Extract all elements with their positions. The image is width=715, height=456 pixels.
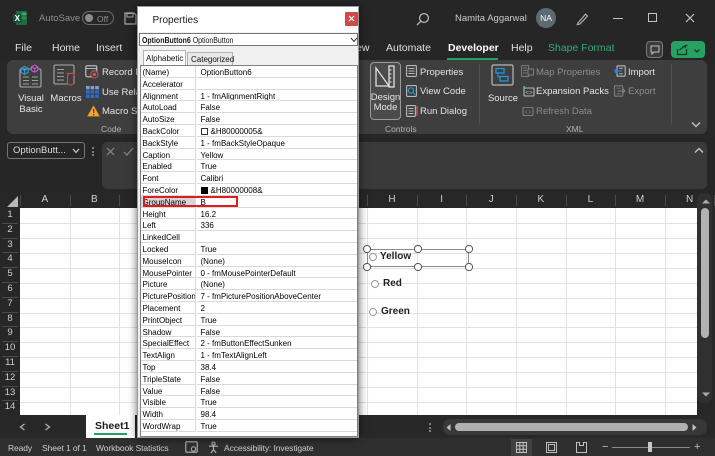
svg-text:<>: <> [525, 89, 533, 96]
svg-text:<>: <> [524, 109, 532, 116]
svg-text:X: X [15, 14, 21, 23]
